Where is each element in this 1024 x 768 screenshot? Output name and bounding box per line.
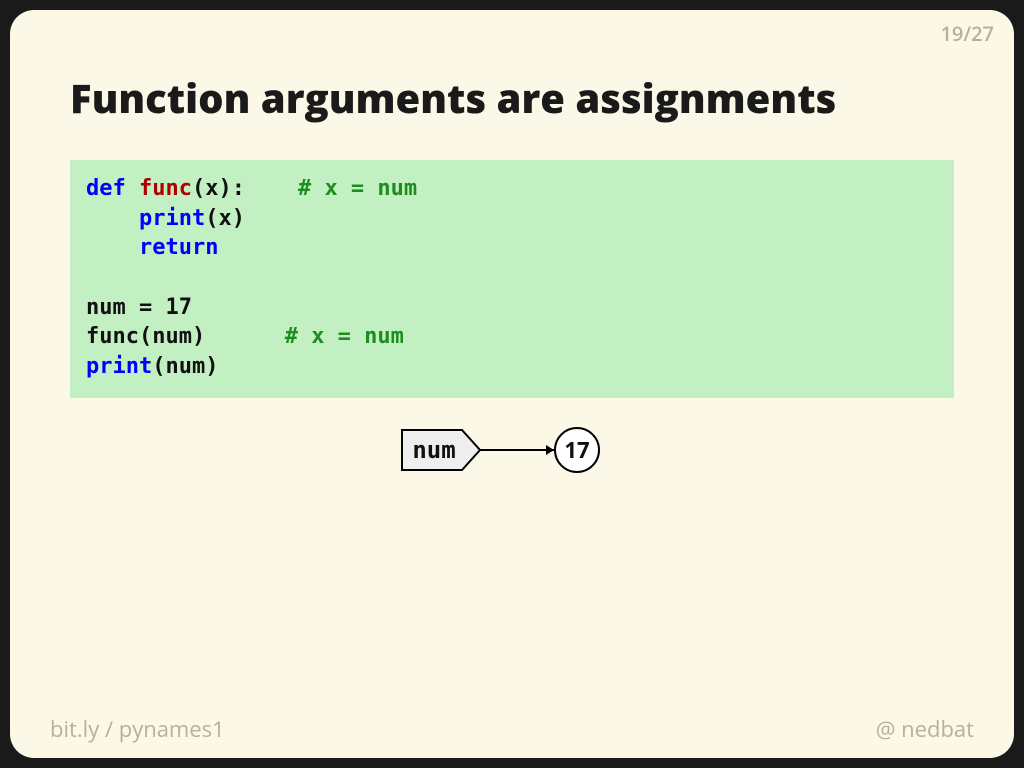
- footer-username: nedbat: [901, 714, 974, 744]
- slide-title: Function arguments are assignments: [70, 70, 836, 125]
- name-binding-diagram: num 17: [10, 420, 1014, 485]
- slide: 19/27 Function arguments are assignments…: [10, 10, 1014, 758]
- code-keyword-return: return: [139, 235, 218, 260]
- code-indent: [86, 206, 139, 231]
- code-block: def func(x): # x = num print(x) return n…: [70, 160, 954, 398]
- code-comment: # x = num: [285, 324, 404, 349]
- code-args: (x): [205, 206, 245, 231]
- code-indent: [86, 235, 139, 260]
- code-call: func(num): [86, 324, 205, 349]
- code-comment: # x = num: [298, 176, 417, 201]
- page-current: 19: [940, 20, 963, 47]
- footer-link: bit.ly / pynames1: [50, 714, 225, 744]
- at-sign-icon: @: [876, 714, 896, 744]
- code-pad: [245, 176, 298, 201]
- name-tag-label: num: [412, 436, 455, 464]
- footer-link-host: bit.ly: [50, 714, 99, 744]
- footer-slash: /: [105, 714, 113, 744]
- footer-link-path: pynames1: [119, 714, 225, 744]
- code-keyword-def: def: [86, 176, 126, 201]
- value-label: 17: [564, 435, 589, 465]
- page-slash: /: [963, 20, 971, 47]
- code-func-name: func: [139, 176, 192, 201]
- code-pad: [205, 324, 284, 349]
- code-assign: num = 17: [86, 295, 192, 320]
- page-total: 27: [971, 20, 994, 47]
- arrow-head-icon: [546, 445, 554, 455]
- code-signature: (x):: [192, 176, 245, 201]
- code-args: (num): [152, 354, 218, 379]
- code-builtin-print: print: [86, 354, 152, 379]
- code-builtin-print: print: [139, 206, 205, 231]
- footer-handle: @ nedbat: [876, 714, 974, 744]
- slide-footer: bit.ly / pynames1 @ nedbat: [10, 714, 1014, 744]
- page-indicator: 19/27: [940, 20, 994, 47]
